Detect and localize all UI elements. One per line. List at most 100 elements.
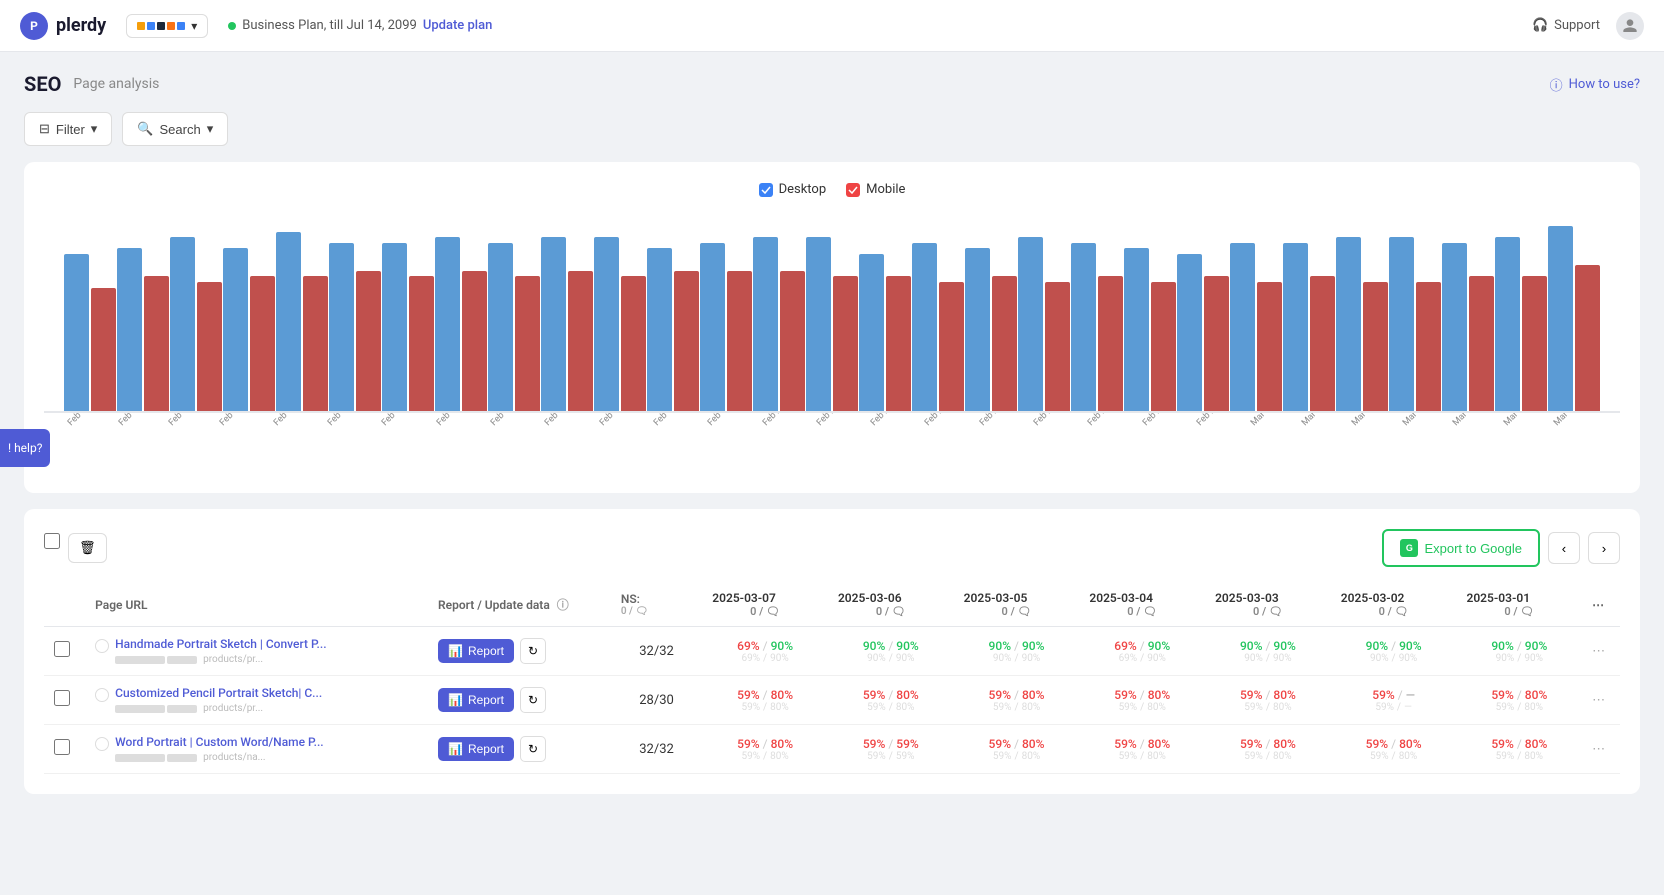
score-sub1: 59% <box>1496 702 1515 713</box>
logo[interactable]: P plerdy <box>20 12 106 40</box>
x-axis-label: Mar 3, 2025 <box>1350 413 1391 428</box>
desktop-bar <box>488 243 513 411</box>
toolbar: ⊟ Filter ▾ 🔍 Search ▾ <box>24 112 1640 146</box>
desktop-bar <box>1442 243 1467 411</box>
mobile-bar <box>462 271 487 411</box>
mobile-bar <box>515 276 540 411</box>
chevron-down-icon: ▾ <box>191 19 197 33</box>
score-sub-slash: / <box>1392 751 1396 762</box>
bar-group <box>1177 254 1229 411</box>
export-google-button[interactable]: G Export to Google <box>1382 529 1540 567</box>
next-page-button[interactable]: › <box>1588 532 1620 564</box>
score-desktop: 59% <box>737 737 759 751</box>
bar-group <box>1018 237 1070 411</box>
date-3-sub: 0 / 🗨 <box>1089 605 1195 618</box>
row-checkbox[interactable] <box>54 739 70 755</box>
mobile-bar <box>1575 265 1600 411</box>
score-slash: / <box>1014 688 1019 702</box>
row-checkbox[interactable] <box>54 690 70 706</box>
url-link[interactable]: Customized Pencil Portrait Sketch| C... <box>115 686 322 700</box>
score-desktop: 59% <box>989 737 1011 751</box>
x-axis-label: Feb 12, 2025 <box>326 413 369 428</box>
delete-button[interactable]: 🗑 <box>68 533 107 563</box>
url-icon <box>95 737 109 751</box>
score-sub1: 90% <box>1370 653 1389 664</box>
desktop-bar <box>1177 254 1202 411</box>
more-icon[interactable]: ⋯ <box>1592 693 1605 708</box>
select-all-checkbox[interactable] <box>44 533 60 549</box>
header: P plerdy ▾ Business Plan, till Jul 14, 2… <box>0 0 1664 52</box>
export-label: Export to Google <box>1424 541 1522 556</box>
score-sub1: 59% <box>741 702 760 713</box>
more-cell[interactable]: ⋯ <box>1582 676 1620 725</box>
how-to-use-button[interactable]: ⓘ How to use? <box>1550 75 1640 94</box>
date-5-label: 2025-03-02 <box>1341 591 1447 605</box>
filter-button[interactable]: ⊟ Filter ▾ <box>24 112 112 146</box>
score-sub2: 80% <box>1524 702 1543 713</box>
score-sub1: 59% <box>1496 751 1515 762</box>
help-button[interactable]: ! help? <box>0 429 50 467</box>
header-right: 🎧 Support <box>1532 12 1644 40</box>
score-cell: 59% / 80% 59% / 80% <box>1205 725 1331 774</box>
score-pair: 59% / 80% 59% / 80% <box>712 737 818 762</box>
desktop-bar <box>753 237 778 411</box>
mobile-bar <box>197 282 222 411</box>
report-button[interactable]: 📊 Report <box>438 639 514 663</box>
more-icon[interactable]: ⋯ <box>1592 742 1605 757</box>
desktop-bar <box>594 237 619 411</box>
score-sub-slash: / <box>1014 702 1018 713</box>
score-desktop: 59% <box>737 688 759 702</box>
mobile-label: Mobile <box>866 182 905 197</box>
x-axis-label: Feb 20, 2025 <box>761 413 804 428</box>
prev-page-button[interactable]: ‹ <box>1548 532 1580 564</box>
row-checkbox[interactable] <box>54 641 70 657</box>
mobile-bar <box>409 276 434 411</box>
more-cell[interactable]: ⋯ <box>1582 627 1620 676</box>
x-axis-label: Feb 16, 2025 <box>543 413 586 428</box>
user-icon[interactable] <box>1616 12 1644 40</box>
bar-group <box>276 232 328 411</box>
support-button[interactable]: 🎧 Support <box>1532 18 1600 33</box>
report-cell: 📊 Report ↻ <box>428 676 611 725</box>
refresh-button[interactable]: ↻ <box>520 736 546 762</box>
score-sub1: 59% <box>993 702 1012 713</box>
ns-value: 32/32 <box>621 644 692 659</box>
mobile-checkbox[interactable] <box>846 183 860 197</box>
url-link[interactable]: Handmade Portrait Sketch | Convert P... <box>115 637 326 651</box>
search-button[interactable]: 🔍 Search ▾ <box>122 112 228 146</box>
score-sub2: 80% <box>1399 751 1418 762</box>
url-link[interactable]: Word Portrait | Custom Word/Name P... <box>115 735 323 749</box>
ns-cell: 32/32 <box>611 725 702 774</box>
plan-info: Business Plan, till Jul 14, 2099 Update … <box>228 18 492 33</box>
score-cell: 90% / 90% 90% / 90% <box>954 627 1080 676</box>
url-icon <box>95 688 109 702</box>
x-axis-label: Feb 15, 2025 <box>489 413 532 428</box>
bar-group <box>1336 237 1388 411</box>
bar-group <box>1442 243 1494 411</box>
report-button[interactable]: 📊 Report <box>438 737 514 761</box>
score-desktop: 59% <box>1491 737 1513 751</box>
table-toolbar: 🗑 G Export to Google ‹ › <box>44 529 1620 567</box>
url-column-label: Page URL <box>95 598 147 612</box>
page-title-row: SEO Page analysis <box>24 72 159 96</box>
more-cell[interactable]: ⋯ <box>1582 725 1620 774</box>
refresh-button[interactable]: ↻ <box>520 687 546 713</box>
more-icon[interactable]: ⋯ <box>1592 644 1605 659</box>
mobile-bar <box>939 282 964 411</box>
update-plan-link[interactable]: Update plan <box>423 18 493 33</box>
report-icon: 📊 <box>448 644 463 658</box>
desktop-bar <box>647 248 672 411</box>
x-axis-label: Feb 28, 2025 <box>1195 413 1238 428</box>
desktop-checkbox[interactable] <box>759 183 773 197</box>
report-button[interactable]: 📊 Report <box>438 688 514 712</box>
score-sub2: 59% <box>896 751 915 762</box>
plan-selector[interactable]: ▾ <box>126 14 208 38</box>
desktop-bar <box>276 232 301 411</box>
refresh-button[interactable]: ↻ <box>520 638 546 664</box>
url-path: products/pr... <box>115 703 322 714</box>
score-sub2: 90% <box>1147 653 1166 664</box>
score-pair: 59% / 80% 59% / 80% <box>838 688 944 713</box>
bar-group <box>329 243 381 411</box>
score-sub2: 80% <box>1022 751 1041 762</box>
filter-chevron-icon: ▾ <box>91 121 98 137</box>
